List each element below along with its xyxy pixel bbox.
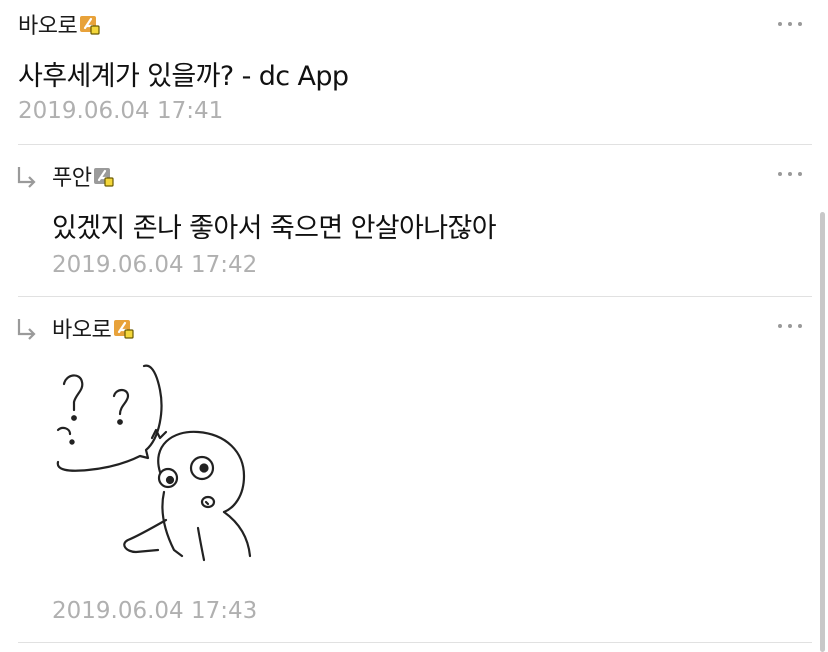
comment-date: 2019.06.04 17:42 <box>52 252 258 278</box>
confused-character-sticker[interactable] <box>48 360 258 570</box>
scrollbar[interactable] <box>820 212 825 652</box>
comment-author[interactable]: 바오로 <box>52 312 112 344</box>
comment-thread: 바오로 사후세계가 있을까? - dc App 2019.06.04 17:41… <box>0 0 828 652</box>
comment-text: 사후세계가 있을까? - dc App <box>18 61 349 92</box>
more-options-icon[interactable] <box>778 168 802 180</box>
comment-text: 있겠지 존나 좋아서 죽으면 안살아나잖아 <box>52 213 497 244</box>
comment-author-row: 푸안 <box>52 160 115 192</box>
user-badge-icon <box>93 166 115 187</box>
comment-author-row: 바오로 <box>18 8 101 40</box>
reply-arrow-icon <box>17 319 36 340</box>
comment-author-row: 바오로 <box>52 312 135 344</box>
comment-author[interactable]: 푸안 <box>52 160 92 192</box>
more-options-icon[interactable] <box>778 320 802 332</box>
reply-arrow-icon <box>17 167 36 188</box>
comment-date: 2019.06.04 17:43 <box>52 598 258 624</box>
comment-divider <box>18 296 812 297</box>
comment-divider <box>18 642 812 643</box>
user-badge-icon <box>79 14 101 35</box>
more-options-icon[interactable] <box>778 18 802 30</box>
comment-date: 2019.06.04 17:41 <box>18 98 224 124</box>
comment-divider <box>18 144 812 145</box>
user-badge-icon <box>113 318 135 339</box>
comment-author[interactable]: 바오로 <box>18 8 78 40</box>
